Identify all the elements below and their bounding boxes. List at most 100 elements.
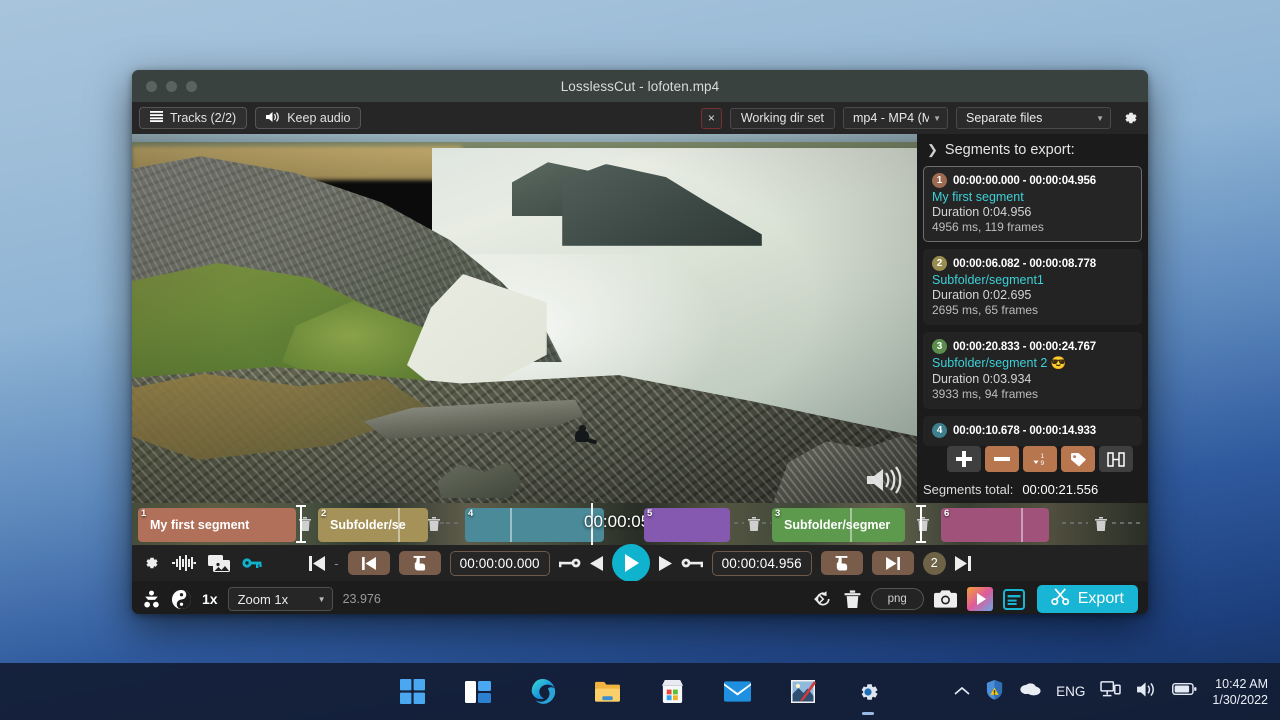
timeline-delete-icon[interactable] <box>914 514 931 534</box>
timeline-delete-icon[interactable] <box>296 514 313 534</box>
toggle-theme-icon[interactable] <box>171 589 192 610</box>
timeline-delete-icon[interactable] <box>745 514 762 534</box>
remove-segment-button[interactable] <box>985 446 1019 472</box>
working-dir-label[interactable]: Working dir set <box>729 107 835 129</box>
next-keyframe-button[interactable] <box>871 551 914 575</box>
timeline-cut-cursor[interactable] <box>916 505 926 543</box>
language-indicator[interactable]: ENG <box>1056 684 1085 699</box>
keep-audio-button[interactable]: Keep audio <box>255 107 362 129</box>
segment-item[interactable]: 1 00:00:00.000 - 00:00:04.956 My first s… <box>923 166 1142 242</box>
rotate-icon[interactable] <box>813 590 834 608</box>
segment-count-badge[interactable]: 2 <box>922 551 946 575</box>
thumbnails-icon[interactable] <box>208 554 230 572</box>
waveform-icon[interactable] <box>172 555 196 571</box>
clock[interactable]: 10:42 AM 1/30/2022 <box>1212 676 1268 708</box>
segment-index: 4 <box>932 423 947 438</box>
timeline-delete-icon[interactable] <box>425 514 442 534</box>
timeline-segment-label: My first segment <box>150 518 250 532</box>
segment-name[interactable]: My first segment <box>932 190 1133 204</box>
key-icon[interactable] <box>242 555 262 571</box>
segment-item[interactable]: 2 00:00:06.082 - 00:00:08.778 Subfolder/… <box>923 249 1142 325</box>
timeline-segment-index: 2 <box>321 508 327 519</box>
shield-warning-icon[interactable] <box>985 679 1004 705</box>
segment-time-range: 00:00:06.082 - 00:00:08.778 <box>953 257 1097 270</box>
timeline-segment[interactable]: 3 Subfolder/segmer <box>772 508 905 542</box>
segment-frames: 4956 ms, 119 frames <box>932 220 1044 234</box>
battery-icon[interactable] <box>1172 682 1197 701</box>
microsoft-store-button[interactable] <box>659 678 687 706</box>
chevron-up-icon[interactable] <box>954 683 970 701</box>
file-explorer-button[interactable] <box>594 678 622 706</box>
calendar-icon[interactable] <box>1002 588 1025 610</box>
segment-duration: Duration 0:03.934 <box>932 372 1032 386</box>
simple-mode-icon[interactable] <box>142 590 161 609</box>
capture-format-select[interactable]: png <box>870 588 924 610</box>
play-button[interactable] <box>611 544 650 582</box>
clear-working-dir-button[interactable]: × <box>700 107 722 129</box>
timeline-cut-cursor[interactable] <box>296 505 306 543</box>
tracks-button[interactable]: Tracks (2/2) <box>139 107 248 129</box>
settings-icon[interactable] <box>142 554 160 572</box>
segments-panel: ❯ Segments to export: 1 00:00:00.000 - 0… <box>917 134 1148 503</box>
volume-icon[interactable] <box>1136 681 1157 703</box>
timeline-delete-icon[interactable] <box>1092 514 1109 534</box>
start-button[interactable] <box>399 678 427 706</box>
timeline-segment[interactable]: 5 <box>644 508 730 542</box>
jump-to-end-icon[interactable] <box>954 555 971 571</box>
sort-segments-button[interactable]: 1 9 <box>1023 446 1057 472</box>
set-cut-end-button[interactable] <box>820 551 863 575</box>
media-player-icon[interactable] <box>966 587 993 611</box>
video-player[interactable] <box>132 134 917 503</box>
label-segment-button[interactable] <box>1061 446 1095 472</box>
export-button[interactable]: Export <box>1036 585 1138 613</box>
segments-list[interactable]: 1 00:00:00.000 - 00:00:04.956 My first s… <box>923 166 1142 471</box>
segment-item[interactable]: 4 00:00:10.678 - 00:00:14.933 <box>923 416 1142 446</box>
invert-segments-button[interactable] <box>1099 446 1133 472</box>
segment-name[interactable]: Subfolder/segment 2 😎 <box>932 356 1133 371</box>
settings-button[interactable] <box>854 678 882 715</box>
segment-actions-toolbar: 1 9 <box>947 446 1133 472</box>
window-titlebar[interactable]: LosslessCut - lofoten.mp4 <box>132 70 1148 102</box>
onedrive-icon[interactable] <box>1019 682 1041 701</box>
bottom-toolbar: 1x Zoom 1x ▼ 23.976 png Export <box>132 581 1148 614</box>
output-format-select[interactable]: mp4 - MP4 (M ▼ <box>843 107 948 129</box>
set-cut-start-button[interactable] <box>398 551 441 575</box>
timeline[interactable]: 1 My first segment 2 Subfolder/se 4 00:0… <box>132 503 1148 545</box>
segment-item[interactable]: 3 00:00:20.833 - 00:00:24.767 Subfolder/… <box>923 332 1142 409</box>
key-left-icon[interactable] <box>558 557 581 569</box>
export-label: Export <box>1077 590 1124 607</box>
cut-start-time-input[interactable]: 00:00:00.000 <box>449 550 550 576</box>
segments-panel-header[interactable]: ❯ Segments to export: <box>923 140 1142 166</box>
timeline-segment[interactable]: 6 <box>941 508 1049 542</box>
step-backward-icon[interactable] <box>589 555 603 571</box>
step-forward-icon[interactable] <box>658 555 672 571</box>
add-segment-button[interactable] <box>947 446 981 472</box>
settings-button[interactable] <box>1119 107 1141 129</box>
previous-keyframe-button[interactable] <box>347 551 390 575</box>
task-view-button[interactable] <box>464 678 492 706</box>
segment-time-range: 00:00:10.678 - 00:00:14.933 <box>953 424 1097 437</box>
camera-icon[interactable] <box>933 590 957 608</box>
clock-date: 1/30/2022 <box>1212 692 1268 707</box>
network-icon[interactable] <box>1100 680 1122 703</box>
segment-name[interactable]: Subfolder/segment1 <box>932 273 1133 287</box>
timeline-segment[interactable]: 2 Subfolder/se <box>318 508 428 542</box>
timeline-gap-dash <box>734 522 744 524</box>
photos-button[interactable] <box>789 678 817 706</box>
trash-icon[interactable] <box>844 589 861 609</box>
jump-to-start-icon[interactable] <box>309 555 326 571</box>
transport-controls: - 00:00:00.000 00:00:04.956 2 <box>132 544 1148 582</box>
cut-end-time-input[interactable]: 00:00:04.956 <box>711 550 812 576</box>
playback-speed-label[interactable]: 1x <box>202 591 218 607</box>
output-mode-select[interactable]: Separate files ▼ <box>956 107 1111 129</box>
timeline-segment-index: 1 <box>141 508 147 519</box>
volume-icon[interactable] <box>865 465 903 495</box>
fps-label: 23.976 <box>342 592 381 606</box>
zoom-select[interactable]: Zoom 1x ▼ <box>227 587 333 611</box>
timeline-segment[interactable]: 1 My first segment <box>138 508 296 542</box>
mail-button[interactable] <box>724 678 752 706</box>
edge-button[interactable] <box>529 678 557 706</box>
key-right-icon[interactable] <box>681 557 703 569</box>
timeline-gap-dash <box>446 522 460 524</box>
chevron-right-icon[interactable]: ❯ <box>927 142 938 158</box>
